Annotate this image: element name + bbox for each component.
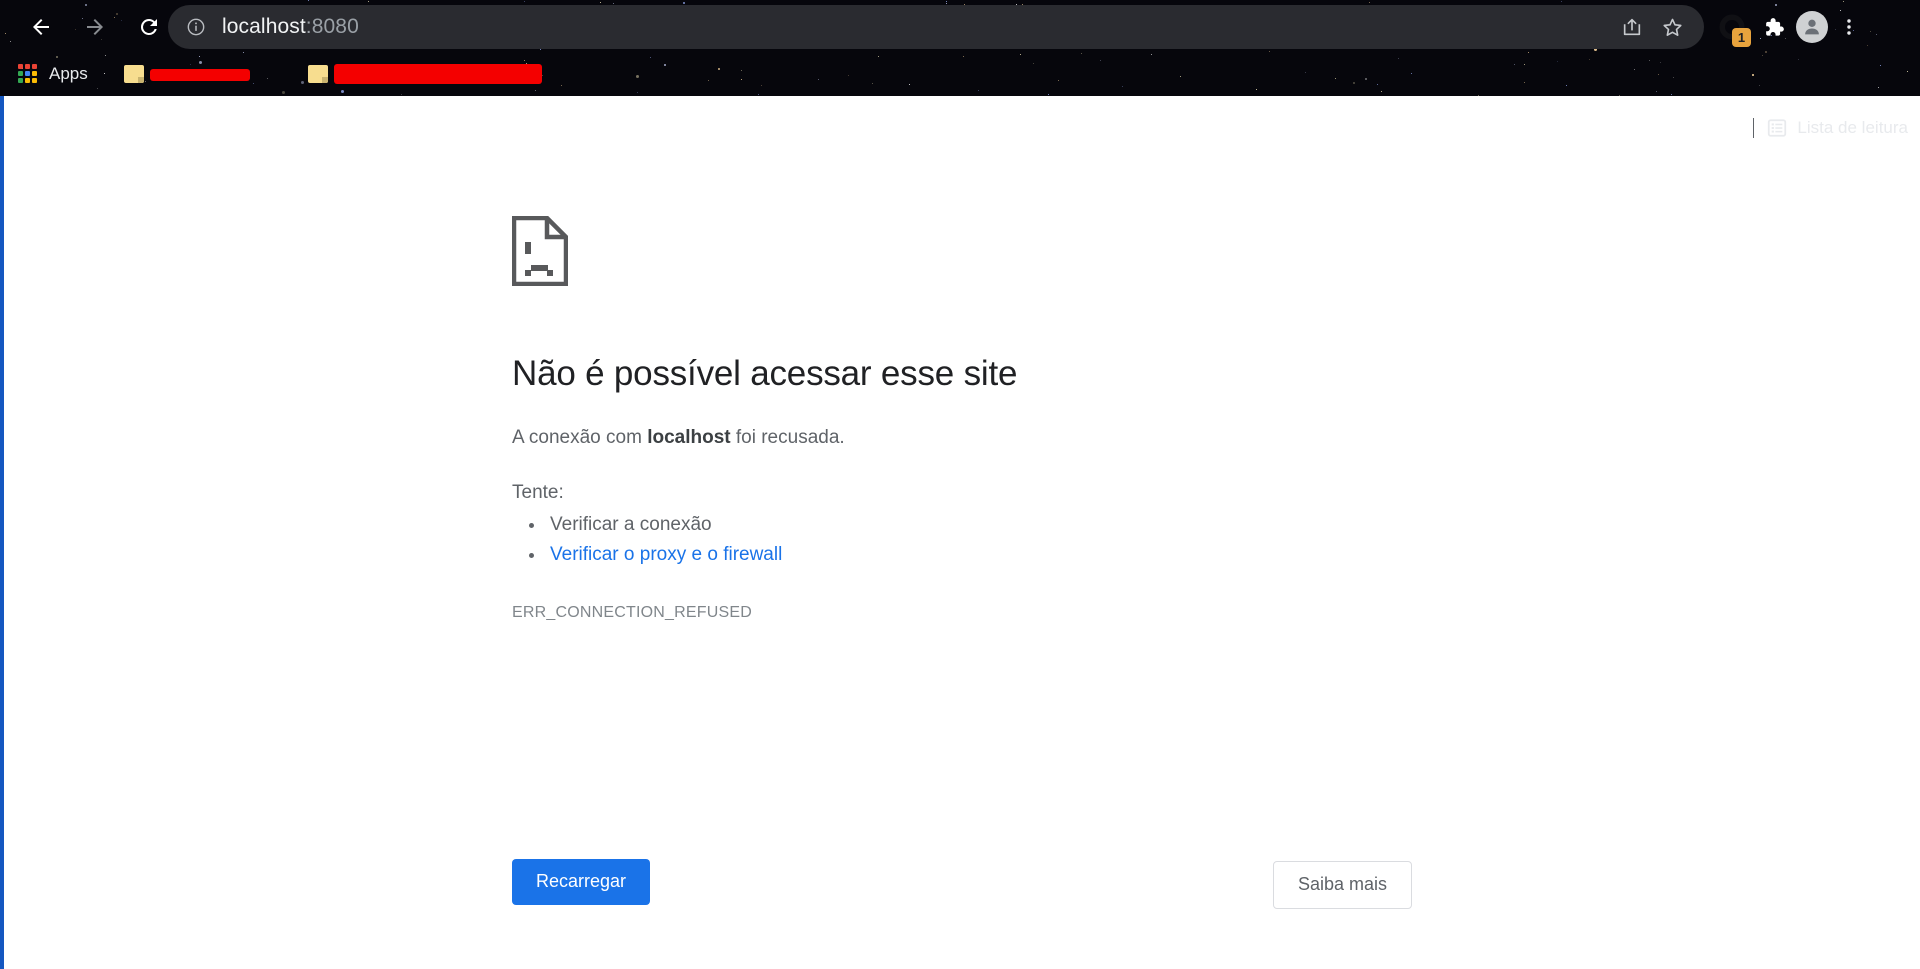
bookmark-label-redacted (149, 69, 250, 81)
back-button[interactable] (18, 4, 64, 50)
bookmark-label-redacted (333, 64, 542, 84)
toolbar-divider (1753, 118, 1755, 138)
suggestion-text: Verificar a conexão (550, 514, 712, 536)
bookmark-apps-shortcut[interactable]: Apps (14, 58, 96, 90)
back-arrow-icon (33, 19, 49, 35)
list-item[interactable]: Verificar o proxy e o firewall (546, 540, 1612, 570)
error-message-prefix: A conexão com (512, 427, 648, 448)
extensions-button[interactable] (1752, 7, 1792, 47)
error-message-suffix: foi recusada. (730, 427, 845, 448)
learn-more-button[interactable]: Saiba mais (1272, 861, 1412, 909)
bookmark-apps-label: Apps (49, 64, 88, 83)
site-info-icon[interactable] (182, 13, 210, 41)
error-action-buttons: Recarregar Saiba mais (512, 859, 1412, 909)
info-circle-icon (187, 18, 205, 36)
page-title: Não é possível acessar esse site (512, 354, 1018, 393)
reading-list-button[interactable]: Lista de leitura (1753, 108, 1908, 148)
error-message: A conexão com localhost foi recusada. (512, 423, 1612, 452)
puzzle-piece-icon (1765, 17, 1784, 36)
notification-circle-button[interactable]: 1 (1712, 7, 1752, 47)
page-viewport: Não é possível acessar esse site A conex… (0, 96, 1920, 969)
three-dot-menu-icon (1847, 19, 1851, 35)
folder-icon (123, 65, 144, 83)
folder-icon (307, 65, 328, 83)
profile-button[interactable] (1792, 7, 1832, 47)
browser-window: localhost:8080 1 Apps Lista de leitura N… (0, 0, 1920, 969)
reload-icon (140, 18, 157, 35)
bookmarks-bar: Apps Lista de leitura (0, 54, 1920, 138)
browser-toolbar: localhost:8080 1 (0, 0, 1920, 54)
proxy-firewall-link[interactable]: Verificar o proxy e o firewall (550, 544, 782, 565)
error-page-content: Não é possível acessar esse site A conex… (511, 215, 1612, 622)
chrome-menu-button[interactable] (1832, 7, 1866, 47)
toolbar-right-actions: 1 (1712, 5, 1866, 49)
reading-list-label: Lista de leitura (1797, 118, 1908, 137)
reload-button[interactable] (126, 4, 172, 50)
suggestions-label: Tente: (512, 482, 564, 504)
profile-avatar-icon (1805, 19, 1819, 35)
notification-badge: 1 (1732, 28, 1751, 47)
star-icon (1662, 18, 1682, 36)
bookmark-item[interactable] (300, 58, 550, 90)
url-port: :8080 (305, 15, 359, 38)
forward-button[interactable] (72, 4, 118, 50)
url-host: localhost (222, 15, 306, 38)
forward-arrow-icon (87, 19, 103, 35)
error-message-host: localhost (647, 427, 731, 448)
reading-list-icon (1766, 117, 1788, 139)
suggestions-list: Verificar a conexão Verificar o proxy e … (546, 510, 1612, 570)
sad-document-icon (511, 215, 1612, 291)
share-button[interactable] (1612, 7, 1652, 47)
apps-grid-icon (18, 64, 38, 84)
address-bar[interactable]: localhost:8080 (168, 5, 1704, 49)
bookmark-star-button[interactable] (1652, 7, 1692, 47)
list-item: Verificar a conexão (546, 510, 1612, 540)
bookmark-item[interactable] (116, 58, 258, 90)
avatar (1796, 11, 1828, 43)
url-text: localhost:8080 (222, 15, 1612, 39)
reload-button[interactable]: Recarregar (512, 859, 651, 905)
error-code: ERR_CONNECTION_REFUSED (512, 604, 752, 622)
share-icon (1623, 18, 1641, 36)
